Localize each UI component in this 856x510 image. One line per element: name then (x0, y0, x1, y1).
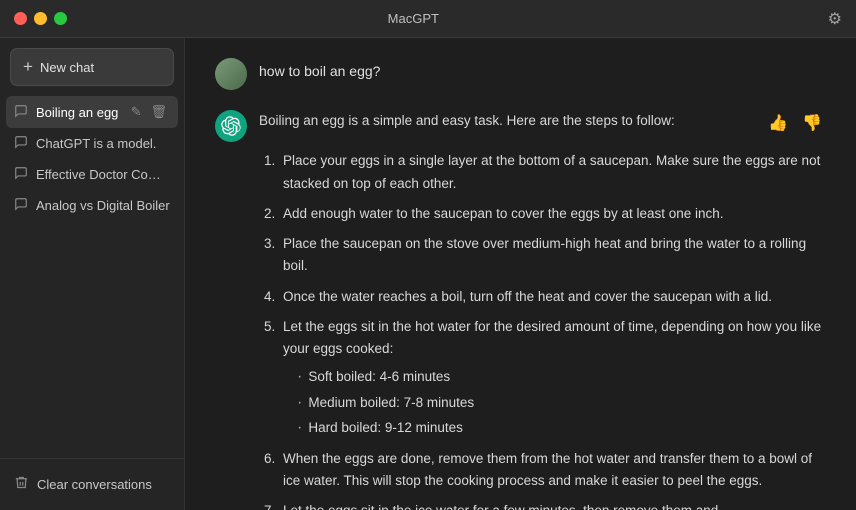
soft-boiled: Soft boiled: 4-6 minutes (293, 366, 826, 388)
sidebar-item-boiling-an-egg[interactable]: Boiling an egg ✎ 🗑 (6, 96, 178, 128)
chat-icon (14, 135, 28, 152)
sidebar: + New chat Boiling an egg ✎ 🗑 (0, 38, 185, 510)
sidebar-item-chatgpt-model[interactable]: ChatGPT is a model. (6, 128, 178, 159)
avatar-image (215, 58, 247, 90)
titlebar: MacGPT ⚙ (0, 0, 856, 38)
chat-messages[interactable]: how to boil an egg? Boiling an egg is a … (185, 38, 856, 510)
app-title: MacGPT (0, 11, 828, 26)
feedback-icons: 👍 👎 (764, 110, 826, 135)
delete-icon[interactable]: 🗑 (147, 103, 170, 121)
sidebar-item-label: Boiling an egg (36, 105, 120, 120)
new-chat-button[interactable]: + New chat (10, 48, 174, 86)
egg-doneness-list: Soft boiled: 4-6 minutes Medium boiled: … (283, 366, 826, 439)
assistant-message: Boiling an egg is a simple and easy task… (215, 110, 826, 510)
thumbs-down-button[interactable]: 👎 (798, 111, 826, 135)
assistant-content: Boiling an egg is a simple and easy task… (259, 110, 826, 510)
chat-icon (14, 104, 28, 121)
trash-icon (14, 475, 29, 494)
sidebar-top: + New chat (0, 38, 184, 92)
gear-icon[interactable]: ⚙ (828, 9, 842, 29)
edit-icon[interactable]: ✎ (128, 103, 145, 121)
step-4: Once the water reaches a boil, turn off … (279, 286, 826, 308)
clear-conversations-button[interactable]: Clear conversations (10, 469, 174, 500)
sidebar-item-label: Analog vs Digital Boiler (36, 198, 170, 213)
steps-list: Place your eggs in a single layer at the… (259, 150, 826, 510)
step-3: Place the saucepan on the stove over med… (279, 233, 826, 278)
chat-area: how to boil an egg? Boiling an egg is a … (185, 38, 856, 510)
step-1: Place your eggs in a single layer at the… (279, 150, 826, 195)
step-7: Let the eggs sit in the ice water for a … (279, 500, 826, 510)
sidebar-item-analog-digital[interactable]: Analog vs Digital Boiler (6, 190, 178, 221)
sidebar-item-actions: ✎ 🗑 (128, 103, 170, 121)
step-5: Let the eggs sit in the hot water for th… (279, 316, 826, 440)
assistant-avatar (215, 110, 247, 142)
user-message: how to boil an egg? (215, 58, 826, 90)
chat-icon (14, 197, 28, 214)
medium-boiled: Medium boiled: 7-8 minutes (293, 392, 826, 414)
thumbs-up-button[interactable]: 👍 (764, 111, 792, 135)
assistant-intro: Boiling an egg is a simple and easy task… (259, 110, 675, 132)
chat-icon (14, 166, 28, 183)
assistant-text-header: Boiling an egg is a simple and easy task… (259, 110, 826, 142)
sidebar-list: Boiling an egg ✎ 🗑 ChatGPT is a model. (0, 92, 184, 458)
main-layout: + New chat Boiling an egg ✎ 🗑 (0, 38, 856, 510)
step-2: Add enough water to the saucepan to cove… (279, 203, 826, 225)
plus-icon: + (23, 57, 33, 77)
hard-boiled: Hard boiled: 9-12 minutes (293, 417, 826, 439)
sidebar-bottom: Clear conversations (0, 458, 184, 510)
new-chat-label: New chat (40, 60, 94, 75)
sidebar-item-label: ChatGPT is a model. (36, 136, 170, 151)
sidebar-item-effective-doctor[interactable]: Effective Doctor Communica… (6, 159, 178, 190)
sidebar-item-label: Effective Doctor Communica… (36, 167, 170, 182)
step-6: When the eggs are done, remove them from… (279, 448, 826, 493)
clear-label: Clear conversations (37, 477, 152, 492)
user-avatar (215, 58, 247, 90)
user-message-text: how to boil an egg? (259, 58, 380, 79)
